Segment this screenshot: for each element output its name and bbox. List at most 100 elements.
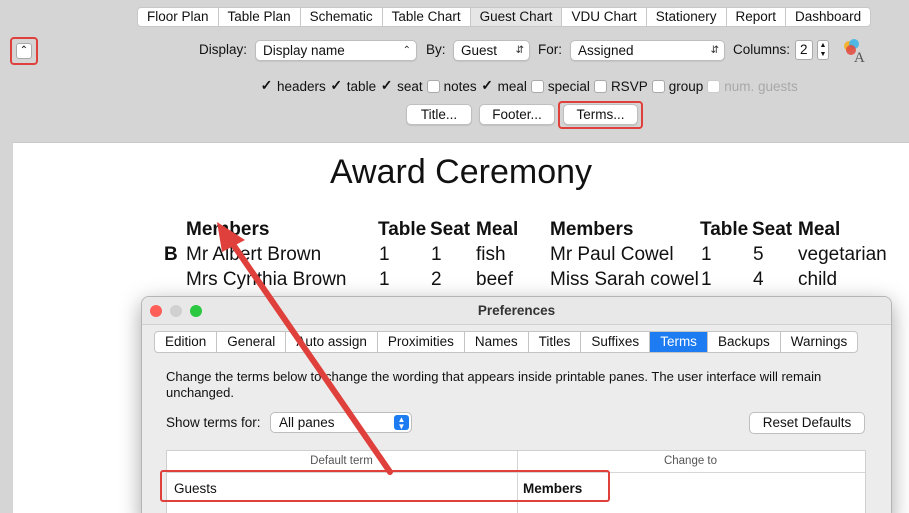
reset-defaults-button[interactable]: Reset Defaults	[749, 412, 865, 434]
pref-tab-titles[interactable]: Titles	[529, 332, 582, 352]
pref-tab-warnings[interactable]: Warnings	[781, 332, 858, 352]
display-value: Display name	[263, 43, 345, 58]
check-icon: ✓	[380, 76, 393, 93]
empty-box-icon	[593, 79, 607, 93]
updown-icon: ▲ ▼	[394, 415, 409, 431]
col-header-default-term: Default term	[310, 455, 373, 467]
col-header-change-to: Change to	[663, 455, 718, 467]
pref-tab-edition[interactable]: Edition	[155, 332, 218, 352]
for-label: For:	[538, 42, 563, 57]
columns-stepper[interactable]: ▲ ▼	[817, 40, 829, 60]
member-name: Miss Sarah cowel	[550, 269, 699, 290]
pref-tab-proximities[interactable]: Proximities	[378, 332, 465, 352]
num-guests-checkbox: num. guests	[707, 79, 798, 94]
updown-icon: ⌃	[402, 45, 411, 56]
seat-label: seat	[397, 78, 423, 94]
notes-checkbox[interactable]: notes	[426, 78, 477, 94]
table-label: table	[346, 78, 377, 94]
check-icon: ✓	[260, 76, 273, 93]
num-guests-label: num. guests	[724, 78, 798, 94]
member-table: 1	[701, 244, 712, 265]
preferences-title: Preferences	[477, 303, 556, 318]
member-seat: 1	[431, 244, 442, 265]
tab-report[interactable]: Report	[727, 8, 787, 26]
tab-stationery[interactable]: Stationery	[647, 8, 727, 26]
tab-guest-chart[interactable]: Guest Chart	[470, 8, 563, 26]
member-table: 1	[379, 269, 390, 290]
by-label: By:	[426, 42, 446, 57]
col-header-meal: Meal	[476, 219, 519, 240]
member-name: Mr Paul Cowel	[550, 244, 674, 265]
empty-box-icon	[707, 79, 721, 93]
pref-tab-backups[interactable]: Backups	[708, 332, 781, 352]
group-label: group	[668, 78, 704, 94]
tab-table-chart[interactable]: Table Chart	[383, 8, 471, 26]
view-tabs: Floor Plan Table Plan Schematic Table Ch…	[137, 7, 872, 27]
headers-checkbox[interactable]: ✓ headers	[260, 76, 326, 94]
rsvp-checkbox[interactable]: RSVP	[593, 78, 648, 94]
meal-label: meal	[497, 78, 527, 94]
col-header-seat: Seat	[752, 219, 793, 240]
member-meal: fish	[476, 244, 506, 265]
display-select[interactable]: Display name ⌃	[255, 40, 417, 61]
group-checkbox[interactable]: group	[651, 78, 704, 94]
title-button[interactable]: Title...	[406, 104, 472, 125]
footer-button[interactable]: Footer...	[479, 104, 555, 125]
tab-floor-plan[interactable]: Floor Plan	[138, 8, 219, 26]
group-letter: B	[164, 244, 178, 265]
font-color-icon[interactable]: A	[841, 38, 867, 64]
updown-icon: ⇵	[710, 45, 719, 56]
seat-checkbox[interactable]: ✓ seat	[380, 76, 423, 94]
col-header-seat: Seat	[430, 219, 471, 240]
member-table: 1	[701, 269, 712, 290]
col-header-table: Table	[700, 219, 749, 240]
svg-text:A: A	[854, 50, 865, 64]
by-value: Guest	[461, 43, 498, 58]
updown-icon: ⇵	[515, 45, 524, 56]
member-meal: beef	[476, 269, 513, 290]
empty-box-icon	[426, 79, 440, 93]
display-controls: Display: Display name ⌃ By: Guest ⇵ For:…	[0, 40, 909, 62]
check-icon: ✓	[481, 76, 493, 93]
meal-checkbox[interactable]: ✓ meal	[481, 76, 527, 94]
preferences-titlebar: Preferences	[142, 297, 891, 325]
pref-tab-general[interactable]: General	[217, 332, 287, 352]
empty-box-icon	[651, 79, 665, 93]
rsvp-label: RSVP	[610, 78, 648, 94]
member-seat: 5	[753, 244, 764, 265]
columns-label: Columns:	[733, 42, 791, 57]
member-meal: vegetarian	[798, 244, 887, 265]
check-icon: ✓	[330, 76, 343, 93]
special-label: special	[547, 78, 590, 94]
member-name: Mr Albert Brown	[186, 244, 322, 265]
tab-vdu-chart[interactable]: VDU Chart	[562, 8, 647, 26]
for-select[interactable]: Assigned ⇵	[570, 40, 725, 61]
terms-row-highlight	[160, 470, 610, 502]
display-label: Display:	[199, 42, 248, 57]
col-header-members: Members	[550, 219, 634, 240]
show-terms-value: All panes	[279, 415, 335, 430]
member-table: 1	[379, 244, 390, 265]
headers-label: headers	[277, 78, 326, 94]
show-terms-select[interactable]: All panes ▲ ▼	[270, 412, 412, 433]
by-select[interactable]: Guest ⇵	[453, 40, 530, 61]
notes-label: notes	[443, 78, 477, 94]
column-options: ✓ headers ✓ table ✓ seat notes ✓ meal specia…	[260, 77, 802, 95]
special-checkbox[interactable]: special	[530, 78, 590, 94]
tab-table-plan[interactable]: Table Plan	[219, 8, 301, 26]
member-seat: 4	[753, 269, 764, 290]
document-title: Award Ceremony	[329, 153, 593, 191]
pref-tab-terms[interactable]: Terms	[650, 332, 708, 352]
show-terms-label: Show terms for:	[166, 415, 261, 430]
for-value: Assigned	[578, 43, 634, 58]
table-checkbox[interactable]: ✓ table	[330, 76, 377, 94]
tab-schematic[interactable]: Schematic	[301, 8, 383, 26]
columns-field[interactable]: 2	[795, 40, 813, 60]
col-header-meal: Meal	[798, 219, 841, 240]
pref-tab-names[interactable]: Names	[465, 332, 529, 352]
col-header-members: Members	[186, 219, 270, 240]
tab-dashboard[interactable]: Dashboard	[786, 8, 870, 26]
col-header-table: Table	[378, 219, 427, 240]
pref-tab-suffixes[interactable]: Suffixes	[581, 332, 651, 352]
pref-tab-auto-assign[interactable]: Auto assign	[286, 332, 378, 352]
